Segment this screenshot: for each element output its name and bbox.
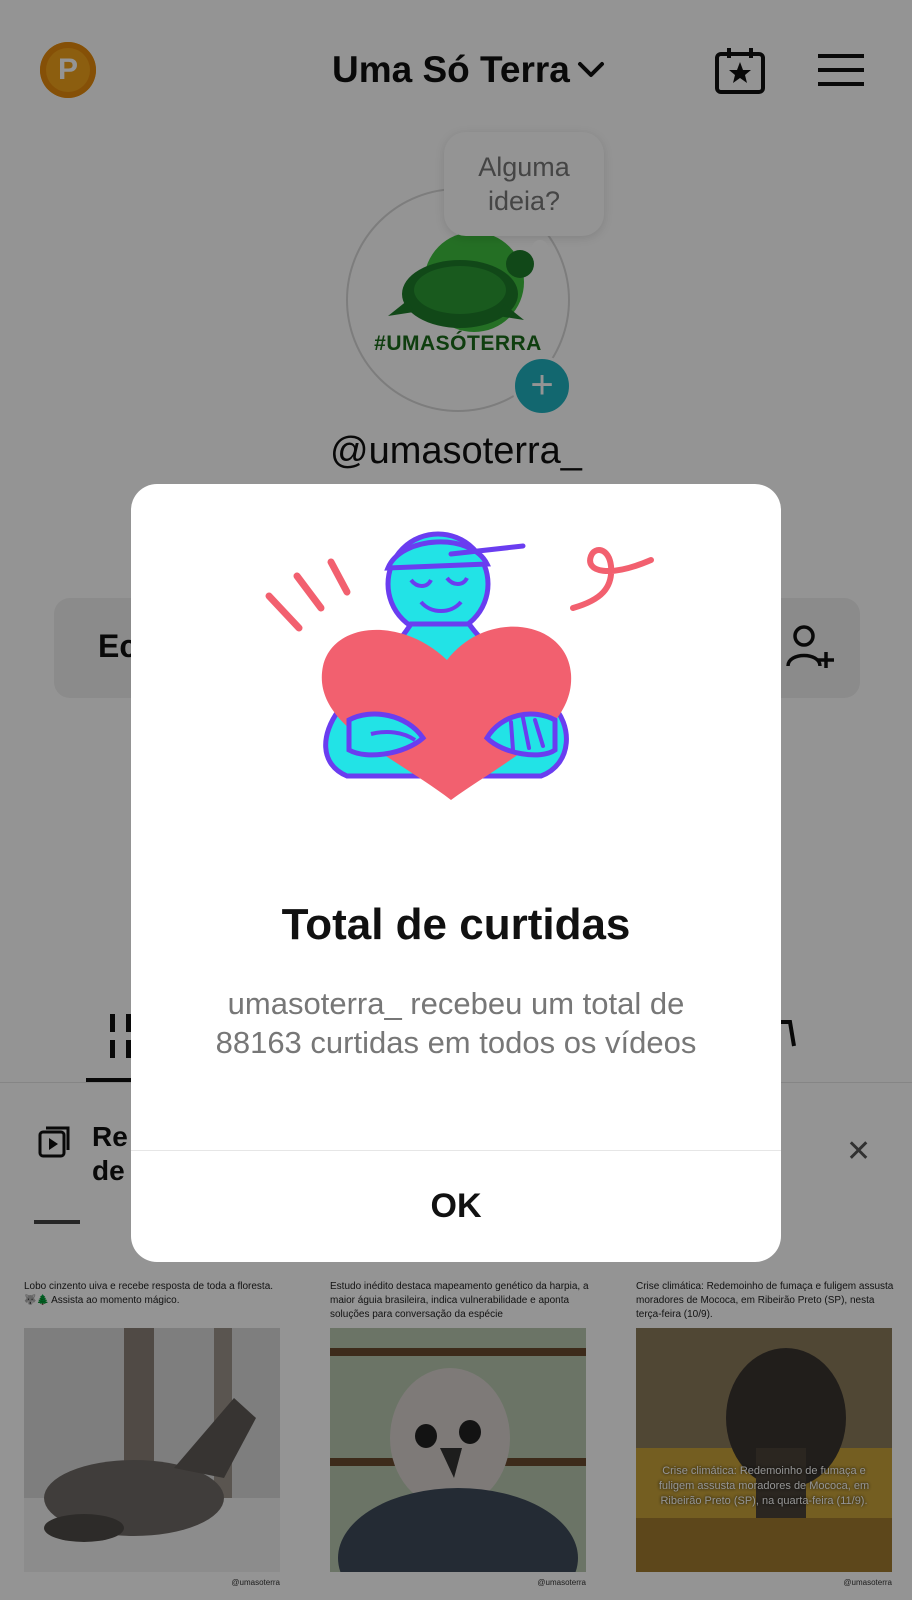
heart-hug-illustration [265, 531, 654, 800]
total-likes-dialog: Total de curtidas umasoterra_ recebeu um… [131, 484, 781, 1262]
dialog-title: Total de curtidas [281, 900, 631, 949]
dialog-message: umasoterra_ recebeu um total de 88163 cu… [215, 986, 697, 1060]
profile-page: P Uma Só Terra #UMASÓTERRA + Alguma idei… [0, 0, 912, 1600]
ok-button[interactable]: OK [131, 1151, 781, 1262]
